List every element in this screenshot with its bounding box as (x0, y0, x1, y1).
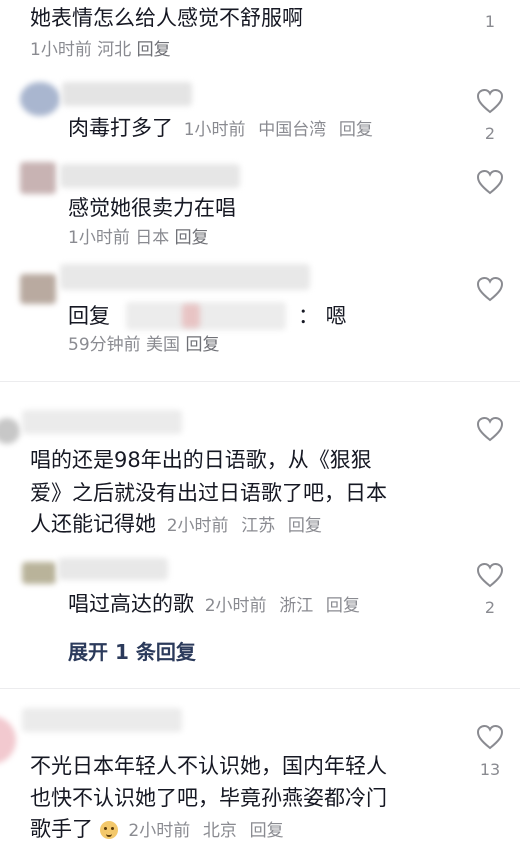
comment-text: 肉毒打多了 1小时前 中国台湾 回复 (68, 114, 373, 144)
username-blurred[interactable] (62, 82, 192, 106)
comment-text-last: 歌手了 2小时前 北京 回复 (30, 815, 284, 845)
reply-text: ： 嗯 (298, 304, 347, 328)
heart-outline-icon[interactable] (476, 88, 504, 114)
comment-text-line: 爱》之后就没有出过日语歌了吧，日本 (30, 481, 387, 505)
reply-button[interactable]: 回复 (339, 120, 373, 140)
like-count: 1 (484, 12, 496, 31)
reply-button[interactable]: 回复 (175, 228, 209, 248)
like-count: 13 (479, 760, 501, 779)
comment-location: 美国 (146, 335, 181, 355)
username-blurred[interactable] (58, 558, 168, 580)
comment-text-line: 唱的还是98年出的日语歌，从《狠狠 (30, 448, 372, 472)
comment-time: 1小时前 (30, 40, 92, 60)
comment-location: 中国台湾 (258, 120, 327, 140)
like-count: 2 (484, 598, 496, 617)
heart-outline-icon[interactable] (476, 416, 504, 442)
avatar[interactable] (0, 716, 16, 764)
avatar[interactable] (20, 274, 56, 304)
reply-prefix: 回复 (68, 304, 110, 328)
username-blurred[interactable] (60, 164, 240, 188)
comment-location: 北京 (202, 821, 237, 841)
like-count: 2 (484, 124, 496, 143)
comment-time: 2小时前 (166, 516, 229, 536)
reply-button[interactable]: 回复 (326, 596, 360, 616)
comment-text: 她表情怎么给人感觉不舒服啊 (30, 6, 303, 30)
divider (0, 688, 520, 689)
reply-button[interactable]: 回复 (185, 335, 219, 355)
comment-time: 1小时前 (68, 228, 130, 248)
heart-outline-icon[interactable] (476, 562, 504, 588)
comment-meta: 1小时前 河北 回复 (30, 36, 171, 64)
comment-time: 59分钟前 (68, 335, 141, 355)
reply-button[interactable]: 回复 (288, 516, 322, 536)
comment-text-line: 不光日本年轻人不认识她，国内年轻人 (30, 754, 387, 778)
comment-location: 日本 (135, 228, 170, 248)
comment-meta: 1小时前 日本 回复 (68, 224, 209, 252)
comment-body: 唱过高达的歌 (68, 592, 194, 616)
avatar[interactable] (20, 162, 56, 194)
comment-text: 感觉她很卖力在唱 (68, 196, 236, 220)
avatar[interactable] (22, 562, 56, 584)
username-blurred[interactable] (22, 708, 182, 732)
username-blurred[interactable] (60, 264, 310, 290)
comment-location: 浙江 (279, 596, 314, 616)
comment-time: 2小时前 (204, 596, 267, 616)
comment-meta: 59分钟前 美国 回复 (68, 331, 219, 359)
mention-blurred[interactable] (126, 302, 286, 330)
comment-time: 2小时前 (128, 821, 191, 841)
avatar[interactable] (20, 82, 60, 116)
doge-emoji-icon (99, 821, 118, 839)
comment-body: 肉毒打多了 (68, 116, 173, 140)
heart-outline-icon[interactable] (476, 276, 504, 302)
reply-button[interactable]: 回复 (250, 821, 284, 841)
divider (0, 381, 520, 382)
comment-location: 江苏 (241, 516, 276, 536)
comment-body: 歌手了 (30, 817, 93, 841)
mention-blurred-accent (182, 304, 200, 328)
comment-time: 1小时前 (183, 120, 246, 140)
comment-location: 河北 (97, 40, 132, 60)
avatar[interactable] (0, 418, 20, 444)
comment-body: 人还能记得她 (30, 512, 156, 536)
heart-outline-icon[interactable] (476, 169, 504, 195)
username-blurred[interactable] (22, 410, 182, 434)
reply-button[interactable]: 回复 (137, 40, 171, 60)
comment-text-line: 也快不认识她了吧，毕竟孙燕姿都冷门 (30, 786, 387, 810)
comment-text: 唱过高达的歌 2小时前 浙江 回复 (68, 590, 360, 620)
comment-text-last: 人还能记得她 2小时前 江苏 回复 (30, 510, 322, 540)
expand-replies-button[interactable]: 展开 1 条回复 (68, 636, 196, 665)
heart-outline-icon[interactable] (476, 724, 504, 750)
